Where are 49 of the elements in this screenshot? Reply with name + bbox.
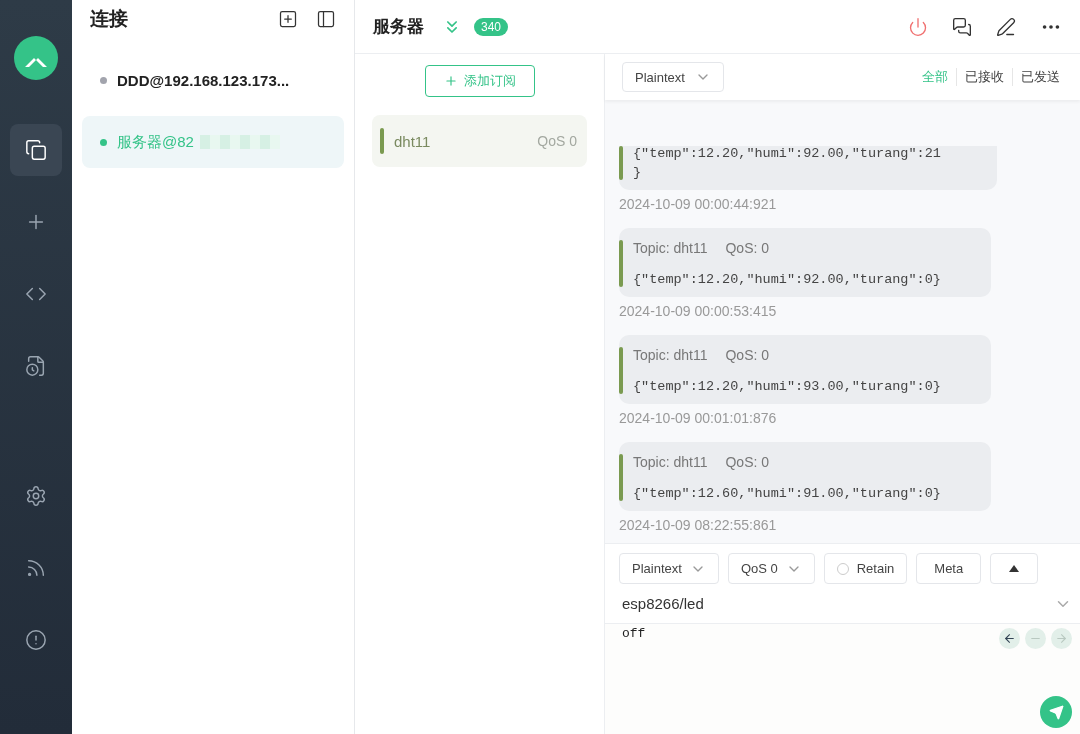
sidebar-button[interactable]	[10, 124, 62, 176]
power-icon[interactable]	[908, 16, 928, 37]
info-icon	[25, 629, 47, 651]
message-time: 2024-10-09 00:00:44:921	[619, 196, 778, 212]
retain-toggle[interactable]: Retain	[823, 553, 908, 584]
message-count: 340	[474, 17, 509, 36]
message-time: 2024-10-09 08:22:55:861	[619, 517, 778, 533]
subscription-qos: QoS 0	[537, 133, 577, 149]
message-payload: {"temp":12.20,"humi":92.00,"turang":0}	[633, 272, 941, 287]
feed-icon	[25, 557, 47, 579]
connection-name: 服务器@82	[117, 132, 194, 152]
message-topic: Topic: dht11	[633, 454, 708, 470]
settings-icon	[25, 485, 47, 507]
message-time: 2024-10-09 00:01:01:876	[619, 410, 778, 426]
connection-item[interactable]: DDD@192.168.123.173...	[82, 54, 344, 106]
connection-title: 服务器	[373, 16, 424, 38]
message-qos: QoS: 0	[725, 454, 770, 470]
subscription-topic: dht11	[394, 132, 432, 150]
panel-title: 连接	[90, 7, 129, 31]
message-topic: Topic: dht11	[633, 347, 708, 363]
new-connection-icon[interactable]	[278, 9, 298, 29]
message-topic: Topic: dht11	[633, 240, 708, 256]
log-icon	[25, 355, 47, 377]
filter-tab[interactable]: 已发送	[1012, 68, 1068, 86]
app-logo	[14, 36, 58, 80]
send-icon	[1048, 704, 1064, 720]
messages-icon[interactable]	[952, 16, 972, 37]
message-payload: {"temp":12.20,"humi":93.00,"turang":0}	[633, 379, 941, 394]
topic-input[interactable]: esp8266/led	[622, 595, 1054, 612]
format-select[interactable]: Plaintext	[622, 62, 724, 92]
message-time: 2024-10-09 00:00:53:415	[619, 303, 778, 319]
panel-toggle-icon[interactable]	[316, 9, 336, 29]
plus-icon	[443, 74, 458, 88]
back-icon[interactable]	[999, 628, 1020, 649]
message-payload: {"temp":12.20,"humi":92.00,"turang":21	[633, 146, 941, 161]
edit-icon[interactable]	[996, 16, 1016, 37]
connections-icon	[25, 139, 47, 161]
connection-name: DDD@192.168.123.173...	[117, 71, 290, 89]
format-select[interactable]: Plaintext	[619, 553, 719, 584]
message-qos: QoS: 0	[725, 347, 770, 363]
qos-select[interactable]: QoS 0	[727, 553, 815, 584]
expand-button[interactable]	[990, 553, 1039, 584]
triangle-up-icon	[1009, 565, 1020, 572]
message-qos: QoS: 0	[725, 240, 770, 256]
payload-editor[interactable]: off	[622, 626, 994, 641]
meta-button[interactable]: Meta	[916, 553, 982, 584]
message-payload: {"temp":12.60,"humi":91.00,"turang":0}	[633, 486, 941, 501]
filter-tab[interactable]: 已接收	[956, 68, 1012, 86]
message-payload: }	[633, 165, 643, 180]
